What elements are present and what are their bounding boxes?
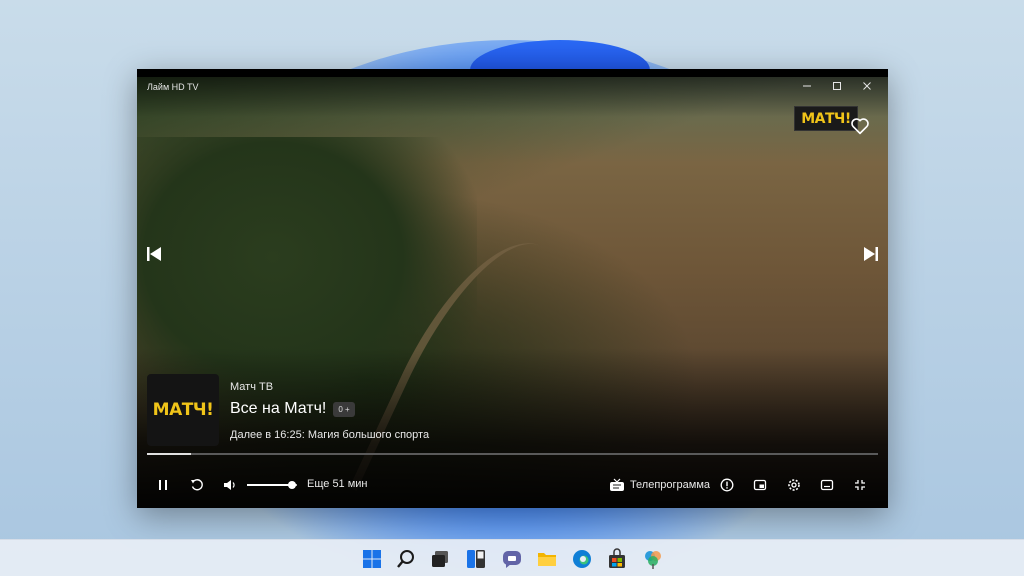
show-row: Все на Матч! 0 + [230,400,355,418]
progress-fill [147,453,191,455]
title-bar: Лайм HD TV [137,77,888,97]
subtitles-icon [820,479,834,491]
info-icon [720,478,734,492]
channel-name: Матч ТВ [230,381,274,393]
window-controls [792,77,882,95]
show-title: Все на Матч! [230,400,327,417]
control-bar: Еще 51 мин Телепрограмма [137,473,888,497]
close-button[interactable] [852,77,882,95]
picture-in-picture-icon [753,479,767,491]
task-view-icon[interactable] [429,548,451,570]
store-icon[interactable] [606,548,628,570]
time-remaining: Еще 51 мин [307,478,368,490]
search-icon[interactable] [395,548,417,570]
gear-icon [788,479,800,491]
taskbar [0,539,1024,576]
subtitles-button[interactable] [817,473,837,497]
fullscreen-button[interactable] [850,473,870,497]
edge-icon[interactable] [571,548,593,570]
player-window: Лайм HD TV МАТЧ! МАТЧ! Матч ТВ Все на Ма… [137,69,888,508]
tv-guide-button[interactable]: Телепрограмма [607,473,712,497]
maximize-button[interactable] [822,77,852,95]
fullscreen-icon [855,480,865,490]
video-frame[interactable] [137,77,888,508]
pause-icon [159,480,167,490]
next-program: Далее в 16:25: Магия большого спорта [230,429,430,441]
skip-next-icon[interactable] [862,245,880,263]
volume-fill [247,484,292,486]
heart-icon[interactable] [850,117,870,135]
volume-icon [224,480,235,490]
pause-button[interactable] [153,473,173,497]
volume-button[interactable] [220,473,240,497]
photos-icon[interactable] [642,548,664,570]
tv-guide-label: Телепрограмма [629,479,711,491]
pip-button[interactable] [750,473,770,497]
app-title: Лайм HD TV [147,82,199,92]
start-icon[interactable] [361,548,383,570]
widgets-icon[interactable] [465,548,487,570]
tv-icon [609,478,624,491]
skip-previous-icon[interactable] [145,245,163,263]
program-logo: МАТЧ! [147,374,219,446]
chat-icon[interactable] [501,548,523,570]
close-icon [863,82,871,90]
channel-watermark: МАТЧ! [794,106,858,131]
minimize-icon [803,85,811,87]
volume-thumb[interactable] [288,481,296,489]
minimize-button[interactable] [792,77,822,95]
age-rating-badge: 0 + [333,401,355,417]
settings-button[interactable] [784,473,804,497]
replay-icon [191,479,203,491]
progress-bar[interactable] [147,453,878,455]
replay-button[interactable] [187,473,207,497]
info-button[interactable] [717,473,737,497]
file-explorer-icon[interactable] [536,548,558,570]
maximize-icon [833,82,841,90]
